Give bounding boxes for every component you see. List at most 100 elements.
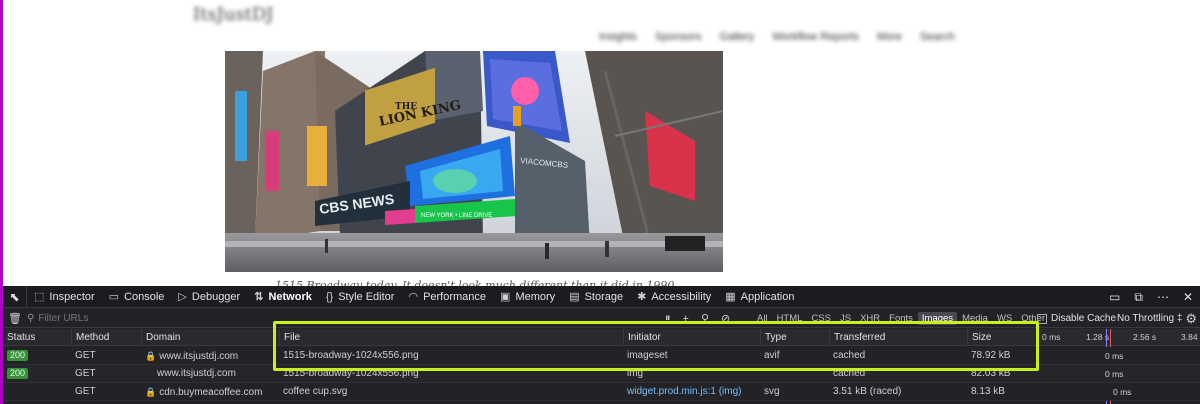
type-filter-html[interactable]: HTML (773, 312, 807, 325)
cell-initiator: img (623, 365, 760, 383)
column-method[interactable]: Method (71, 329, 141, 346)
clear-trash-icon[interactable]: 🗑 (3, 312, 27, 325)
transferred-text: 3.51 kB (raced) (833, 386, 902, 397)
tab-label: Performance (423, 290, 487, 303)
tab-style-editor[interactable]: {} Style Editor (319, 286, 402, 308)
cell-initiator: imageset (623, 347, 760, 365)
tab-label: Style Editor (338, 290, 395, 303)
type-filter-buttons: All HTML CSS JS XHR Fonts Images Media WS Other (753, 309, 1050, 328)
site-logo[interactable]: ItsJustDJ (193, 4, 274, 25)
table-row[interactable]: GET 🔒 cdn.buymeacoffee.com coffee cup.svg wi… (3, 383, 1200, 401)
column-type[interactable]: Type (760, 329, 829, 346)
tab-accessibility[interactable]: ✱ Accessibility (630, 286, 718, 308)
column-domain[interactable]: Domain (141, 329, 279, 346)
column-file[interactable]: File (279, 329, 623, 346)
type-filter-all[interactable]: All (753, 312, 772, 325)
cell-method: GET (71, 383, 141, 401)
search-icon[interactable]: ⚲ (701, 312, 709, 325)
add-request-icon[interactable]: + (683, 313, 689, 325)
method-text: GET (75, 368, 96, 379)
photo-illustration: THE LION KING CBS NEWS NEW YORK • LINE D… (225, 51, 723, 272)
dock-options-icon[interactable]: ⧉ (1134, 290, 1143, 305)
waterfall-tick-2: 2.56 s (1133, 332, 1157, 342)
initiator-text[interactable]: widget.prod.min.js:1 (img) (627, 386, 741, 397)
table-row[interactable]: 200 GET 🔒 www.itsjustdj.com 1515-broadway-10… (3, 347, 1200, 365)
gear-icon[interactable]: ⚙ (1185, 309, 1197, 328)
pause-icon[interactable]: ⏸ (665, 312, 671, 325)
close-devtools-icon[interactable]: ✕ (1183, 290, 1193, 304)
file-text: 1515-broadway-1024x556.png (283, 368, 419, 379)
cell-type: avif (760, 347, 829, 365)
waterfall-timing: 0 ms (1105, 369, 1124, 379)
column-transferred[interactable]: Transferred (829, 329, 967, 346)
tab-console[interactable]: ▭ Console (102, 286, 172, 308)
cell-initiator: widget.prod.min.js:1 (img) (623, 383, 760, 401)
network-icon: ⇅ (254, 291, 264, 303)
browser-window: ItsJustDJ Insights Sponsors Gallery Work… (0, 0, 1200, 404)
column-size[interactable]: Size (967, 329, 1037, 346)
transferred-text: cached (833, 368, 866, 379)
nav-item-insights[interactable]: Insights (599, 31, 637, 43)
cell-method: GET (71, 365, 141, 383)
nav-item-gallery[interactable]: Gallery (719, 31, 754, 43)
tab-debugger[interactable]: ▷ Debugger (171, 286, 247, 308)
throttling-select[interactable]: No Throttling ‡ (1117, 309, 1182, 328)
nav-item-more[interactable]: More (877, 31, 902, 43)
tab-storage[interactable]: ▤ Storage (562, 286, 630, 308)
type-filter-xhr[interactable]: XHR (856, 312, 884, 325)
style-editor-icon: {} (325, 290, 334, 303)
tab-label: Memory (515, 290, 556, 303)
tab-network[interactable]: ⇅ Network (247, 286, 319, 308)
waterfall-tick-3: 3.84 s (1181, 332, 1200, 342)
cell-domain: 🔒 www.itsjustdj.com (141, 347, 279, 365)
cell-domain: www.itsjustdj.com (141, 365, 279, 383)
type-filter-images[interactable]: Images (917, 312, 958, 325)
tab-memory[interactable]: ▣ Memory (493, 286, 562, 308)
filter-urls-input[interactable] (38, 312, 239, 324)
tab-application[interactable]: ▦ Application (718, 286, 801, 308)
tab-performance[interactable]: ◠ Performance (401, 286, 493, 308)
column-initiator[interactable]: Initiator (623, 329, 760, 346)
cell-file: coffee cup.svg (279, 383, 623, 401)
type-filter-js[interactable]: JS (836, 312, 855, 325)
disable-cache-checkbox[interactable] (1037, 313, 1047, 324)
more-options-icon[interactable]: ⋯ (1157, 290, 1169, 304)
type-filter-media[interactable]: Media (958, 312, 992, 325)
nav-item-sponsors[interactable]: Sponsors (655, 31, 701, 43)
application-icon: ▦ (725, 291, 736, 303)
tab-inspector[interactable]: ⬚ Inspector (27, 286, 102, 308)
responsive-design-icon[interactable]: ▭ (1109, 290, 1120, 304)
waterfall-timing: 0 ms (1105, 351, 1124, 361)
method-text: GET (75, 350, 96, 361)
domain-text: www.itsjustdj.com (159, 351, 239, 362)
cell-type (760, 365, 829, 383)
element-picker-icon[interactable]: ⬉ (3, 285, 27, 308)
column-status[interactable]: Status (3, 329, 71, 346)
table-row[interactable]: 200 GET www.itsjustdj.com 1515-broadway-102… (3, 365, 1200, 383)
file-text: 1515-broadway-1024x556.png (283, 350, 419, 361)
nav-item-workflow[interactable]: Workflow Reports (772, 31, 859, 43)
block-icon[interactable]: ⊘ (721, 312, 730, 325)
network-table-header: Status Method Domain File Initiator Type… (3, 329, 1200, 346)
cell-size: 8.13 kB (967, 383, 1037, 401)
type-filter-ws[interactable]: WS (993, 312, 1016, 325)
waterfall-tick-0: 0 ms (1042, 332, 1061, 342)
lock-icon: 🔒 (145, 351, 157, 361)
type-text: svg (764, 386, 780, 397)
column-waterfall[interactable]: 0 ms 1.28 s 2.56 s 3.84 s (1037, 329, 1200, 346)
type-filter-fonts[interactable]: Fonts (885, 312, 917, 325)
disable-cache-toggle[interactable]: Disable Cache (1037, 309, 1116, 328)
cell-status: 200 (3, 347, 71, 365)
cell-transferred: cached (829, 365, 967, 383)
tab-label: Application (740, 290, 795, 303)
devtools-toolbar: ⬉ ⬚ Inspector ▭ Console ▷ Debugger ⇅ Network {} S… (3, 285, 1200, 308)
nav-item-search[interactable]: Search (920, 31, 955, 43)
site-nav: Insights Sponsors Gallery Workflow Repor… (599, 31, 955, 43)
size-text: 82.03 kB (971, 368, 1011, 379)
tab-label: Network (268, 290, 312, 303)
type-filter-css[interactable]: CSS (807, 312, 835, 325)
street-sign-text: NEW YORK • LINE DRIVE (421, 213, 492, 219)
console-icon: ▭ (108, 291, 120, 303)
size-text: 78.92 kB (971, 350, 1011, 361)
initiator-text: img (627, 368, 644, 379)
